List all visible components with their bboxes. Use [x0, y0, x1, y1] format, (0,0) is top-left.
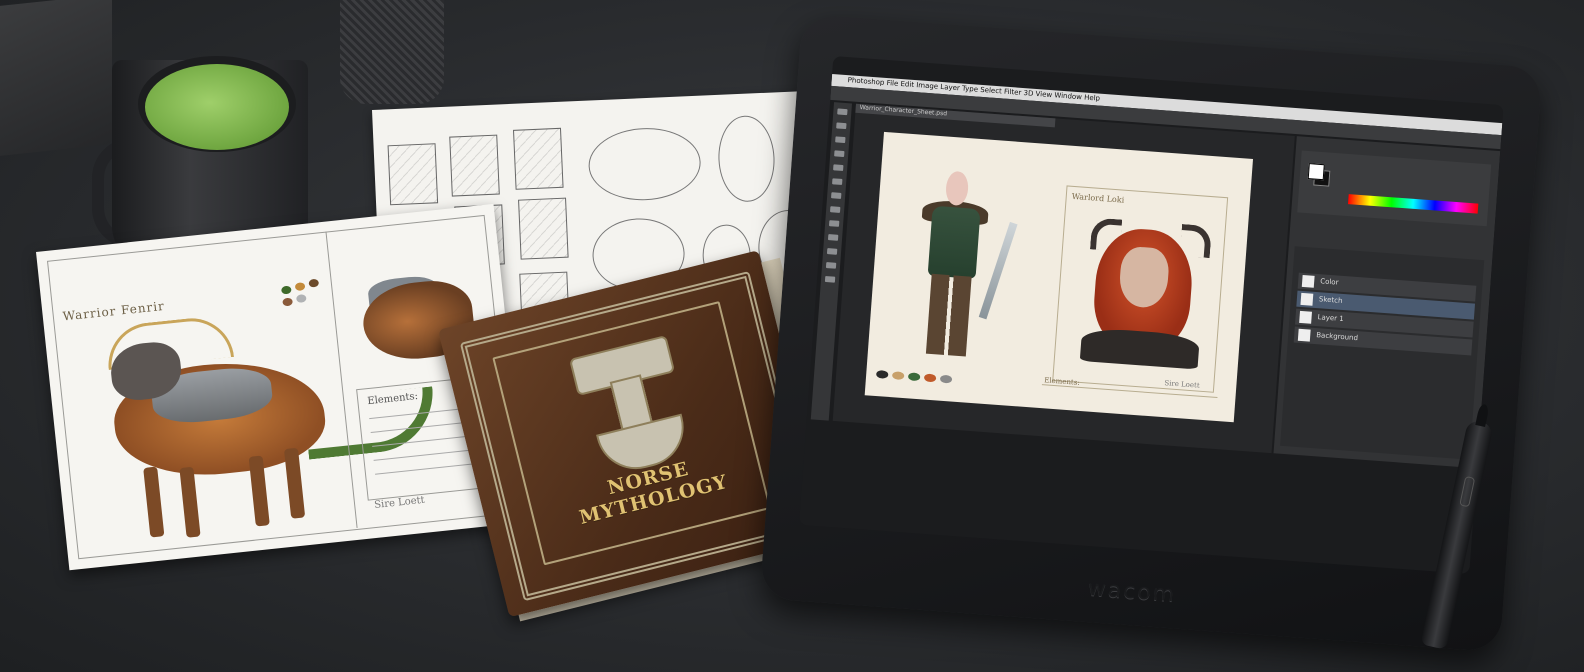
- marquee-tool-icon[interactable]: [836, 122, 847, 130]
- pen-tool-icon[interactable]: [827, 234, 839, 241]
- warrior-legs: [925, 273, 972, 357]
- type-tool-icon[interactable]: [826, 248, 838, 255]
- warrior-figure: [907, 169, 993, 374]
- stylus-side-button: [1459, 475, 1476, 508]
- sketch-thumbnail: [518, 197, 569, 260]
- layer-thumbnail: [1299, 310, 1312, 324]
- document-swatch: [891, 371, 905, 381]
- wacom-pen-display: Photoshop File Edit Image Layer Type Sel…: [759, 13, 1543, 653]
- layer-thumbnail: [1301, 274, 1315, 288]
- right-panels[interactable]: Color Sketch Layer 1 Background: [1273, 136, 1501, 469]
- document-swatch: [875, 369, 889, 379]
- eraser-tool-icon[interactable]: [829, 206, 841, 213]
- warrior-torso: [927, 205, 981, 280]
- matcha-latte: [145, 64, 289, 150]
- box-corner: [0, 0, 112, 156]
- eyedropper-tool-icon[interactable]: [833, 164, 844, 172]
- layer-name: Background: [1315, 331, 1359, 343]
- gradient-tool-icon[interactable]: [828, 220, 840, 227]
- layer-name: Sketch: [1318, 295, 1343, 305]
- document-swatch: [923, 373, 937, 383]
- sketch-thumbnail: [513, 127, 564, 190]
- sketch-thumbnail: [449, 134, 500, 197]
- move-tool-icon[interactable]: [837, 108, 848, 116]
- layers-panel[interactable]: Color Sketch Layer 1 Background: [1280, 246, 1485, 460]
- lasso-tool-icon[interactable]: [835, 136, 846, 144]
- wolf-sketch: [587, 125, 703, 203]
- pencil-cup: [340, 0, 444, 104]
- layer-thumbnail: [1300, 292, 1314, 306]
- zoom-tool-icon[interactable]: [824, 275, 836, 283]
- color-panel[interactable]: [1297, 150, 1492, 227]
- character-sheet-document[interactable]: Warlord Loki Elements: Sire Loett: [864, 131, 1254, 423]
- document-swatch: [907, 372, 921, 382]
- stamp-tool-icon[interactable]: [831, 192, 842, 199]
- face-sketch: [716, 114, 777, 203]
- brush-tool-icon[interactable]: [832, 178, 843, 185]
- layer-name: Layer 1: [1317, 313, 1345, 324]
- color-spectrum[interactable]: [1347, 194, 1479, 214]
- document-swatch: [939, 374, 953, 384]
- warrior-head: [944, 170, 970, 207]
- tablet-screen[interactable]: Photoshop File Edit Image Layer Type Sel…: [799, 55, 1504, 574]
- layer-name: Color: [1319, 277, 1339, 287]
- layer-thumbnail: [1297, 328, 1311, 342]
- sketch-thumbnail: [387, 143, 439, 206]
- crop-tool-icon[interactable]: [834, 150, 845, 158]
- foreground-color-swatch[interactable]: [1307, 163, 1325, 181]
- hand-tool-icon[interactable]: [825, 262, 837, 269]
